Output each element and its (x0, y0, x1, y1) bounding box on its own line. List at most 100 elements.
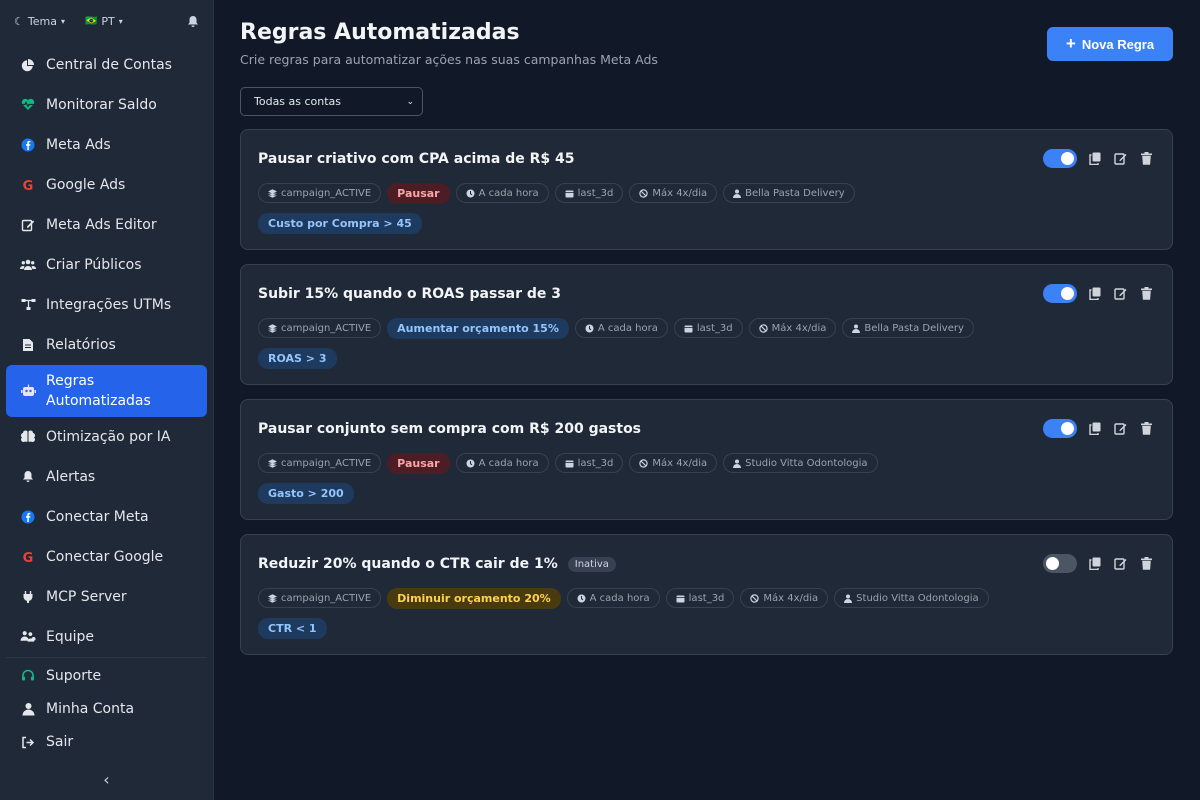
action-badge: Pausar (387, 183, 450, 204)
theme-label: Tema (27, 14, 57, 28)
sidebar-item-label: Conectar Meta (46, 508, 149, 525)
facebook-icon (20, 138, 36, 152)
chevron-down-icon: ⌄ (406, 96, 414, 107)
trash-icon[interactable] (1138, 287, 1155, 300)
svg-text:G: G (23, 551, 34, 564)
user-icon (733, 459, 742, 468)
sidebar-item-conectar-meta[interactable]: Conectar Meta (6, 497, 207, 537)
layers-icon (268, 188, 277, 198)
theme-toggle[interactable]: ☾ Tema ▾ (14, 15, 65, 28)
edit-icon[interactable] (1112, 557, 1129, 570)
layers-icon (268, 593, 277, 603)
sidebar-item-label: Minha Conta (46, 701, 135, 718)
rule-enabled-toggle[interactable] (1043, 149, 1077, 168)
ban-icon (639, 458, 649, 468)
limit-chip: Máx 4x/dia (629, 183, 718, 203)
edit-icon (20, 218, 36, 232)
collapse-sidebar-button[interactable]: ‹ (0, 759, 213, 800)
window-chip-text: last_3d (696, 322, 733, 334)
rule-enabled-toggle[interactable] (1043, 284, 1077, 303)
layers-icon (268, 458, 277, 468)
scope-chip: campaign_ACTIVE (258, 318, 382, 338)
account-filter-select[interactable]: Todas as contas ⌄ (240, 87, 423, 116)
account-chip-text: Bella Pasta Delivery (864, 322, 964, 334)
ban-icon (758, 323, 768, 333)
clock-icon (585, 324, 594, 333)
edit-icon[interactable] (1112, 422, 1129, 435)
team-icon (20, 630, 36, 643)
rule-chips: campaign_ACTIVE Aumentar orçamento 15% A c… (258, 318, 1155, 339)
sidebar-item-equipe[interactable]: Equipe (6, 617, 207, 657)
scope-chip-text: campaign_ACTIVE (281, 322, 372, 334)
sidebar-item-meta-ads[interactable]: Meta Ads (6, 125, 207, 165)
status-badge: Inativa (567, 556, 616, 572)
rule-card: Subir 15% quando o ROAS passar de 3 campa… (240, 264, 1173, 385)
user-icon (844, 594, 853, 603)
limit-chip-text: Máx 4x/dia (652, 187, 708, 199)
trash-icon[interactable] (1138, 422, 1155, 435)
google-icon: G (20, 550, 36, 564)
duplicate-icon[interactable] (1086, 152, 1103, 165)
frequency-chip: A cada hora (574, 318, 668, 338)
sidebar-item-regras-automatizadas[interactable]: Regras Automatizadas (6, 364, 207, 417)
rule-controls (1043, 284, 1155, 303)
sidebar-item-relatorios[interactable]: Relatórios (6, 325, 207, 365)
sidebar-item-suporte[interactable]: Suporte (12, 660, 201, 693)
sidebar-item-otimizacao-por-ia[interactable]: Otimização por IA (6, 417, 207, 457)
rule-enabled-toggle[interactable] (1043, 419, 1077, 438)
plus-icon: + (1065, 34, 1076, 53)
sidebar-item-google-ads[interactable]: G Google Ads (6, 165, 207, 205)
sidebar-item-label: Relatórios (46, 336, 116, 353)
frequency-chip: A cada hora (566, 588, 660, 608)
calendar-icon (676, 594, 685, 603)
condition-badge: Custo por Compra > 45 (258, 213, 422, 234)
plug-icon (20, 590, 36, 604)
action-badge: Aumentar orçamento 15% (387, 318, 569, 339)
rule-card: Pausar criativo com CPA acima de R$ 45 ca… (240, 129, 1173, 250)
toggle-knob (1061, 422, 1074, 435)
google-icon: G (20, 178, 36, 192)
sidebar-item-minha-conta[interactable]: Minha Conta (12, 693, 201, 726)
page-title: Regras Automatizadas (240, 20, 520, 45)
caret-down-icon: ▾ (118, 16, 123, 26)
rule-chips: campaign_ACTIVE Pausar A cada hora last_3d M… (258, 453, 1155, 474)
language-selector[interactable]: 🇧🇷 PT ▾ (85, 15, 123, 28)
edit-icon[interactable] (1112, 287, 1129, 300)
rule-title-row: Reduzir 20% quando o CTR cair de 1% Inati… (258, 554, 1155, 574)
svg-text:G: G (23, 179, 34, 192)
duplicate-icon[interactable] (1086, 422, 1103, 435)
sidebar-item-meta-ads-editor[interactable]: Meta Ads Editor (6, 205, 207, 245)
duplicate-icon[interactable] (1086, 557, 1103, 570)
calendar-icon (565, 189, 574, 198)
calendar-icon (565, 459, 574, 468)
clock-icon (577, 594, 586, 603)
flag-icon: 🇧🇷 (84, 15, 98, 27)
sidebar-item-integracoes-utms[interactable]: Integrações UTMs (6, 285, 207, 325)
user-icon (733, 189, 742, 198)
moon-icon: ☾ (14, 14, 24, 28)
rule-card: Pausar conjunto sem compra com R$ 200 ga… (240, 399, 1173, 520)
sidebar-item-mcp-server[interactable]: MCP Server (6, 577, 207, 617)
language-label: PT (101, 14, 115, 28)
action-badge: Pausar (387, 453, 450, 474)
ban-icon (750, 593, 760, 603)
sidebar-item-criar-publicos[interactable]: Criar Públicos (6, 245, 207, 285)
sidebar-item-central-de-contas[interactable]: Central de Contas (6, 45, 207, 85)
account-chip-text: Studio Vitta Odontologia (856, 592, 979, 604)
sidebar-bottom: Suporte Minha Conta Sair (6, 656, 207, 759)
trash-icon[interactable] (1138, 557, 1155, 570)
scope-chip-text: campaign_ACTIVE (281, 457, 372, 469)
sidebar-item-monitorar-saldo[interactable]: Monitorar Saldo (6, 85, 207, 125)
user-icon (20, 702, 36, 716)
duplicate-icon[interactable] (1086, 287, 1103, 300)
sidebar-item-alertas[interactable]: Alertas (6, 457, 207, 497)
edit-icon[interactable] (1112, 152, 1129, 165)
trash-icon[interactable] (1138, 152, 1155, 165)
new-rule-button[interactable]: + Nova Regra (1047, 27, 1173, 61)
sidebar-item-conectar-google[interactable]: G Conectar Google (6, 537, 207, 577)
sidebar-item-sair[interactable]: Sair (12, 726, 201, 759)
network-icon (20, 298, 36, 311)
sidebar-topbar: ☾ Tema ▾ 🇧🇷 PT ▾ (0, 0, 213, 43)
rule-enabled-toggle[interactable] (1043, 554, 1077, 573)
notifications-bell-icon[interactable] (187, 15, 199, 28)
